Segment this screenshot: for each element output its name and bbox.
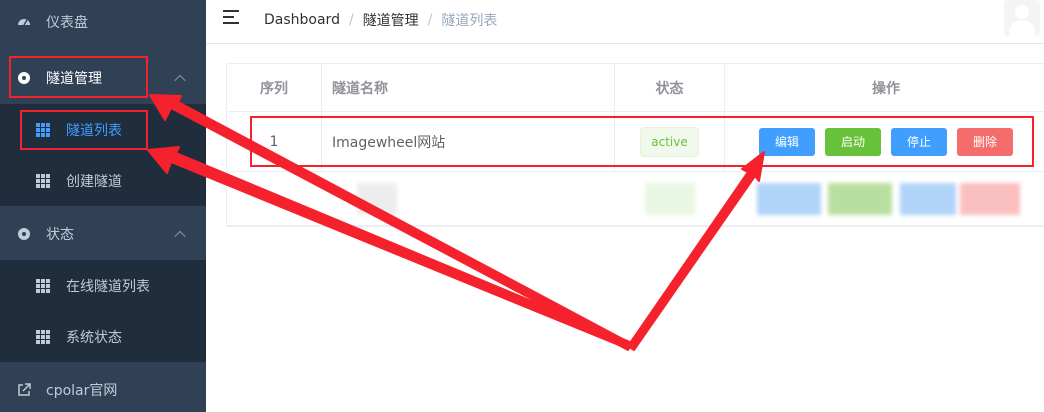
chevron-up-icon: [174, 230, 186, 243]
main-content: 序列 隧道名称 状态 操作 1 Imagewheel网站 active 编辑 启…: [206, 44, 1044, 412]
sidebar-item-dashboard[interactable]: 仪表盘: [0, 0, 206, 48]
row-tunnel-name: Imagewheel网站: [322, 112, 615, 171]
blurred-cell: [960, 183, 1020, 215]
column-header-actions: 操作: [872, 80, 900, 97]
table-row: 1 Imagewheel网站 active 编辑 启动 停止 删除: [227, 112, 1044, 172]
tunnel-table: 序列 隧道名称 状态 操作 1 Imagewheel网站 active 编辑 启…: [226, 63, 1044, 227]
column-header-name: 隧道名称: [322, 64, 615, 111]
sidebar-item-online-tunnels[interactable]: 在线隧道列表: [0, 260, 206, 311]
sidebar-item-label: 系统状态: [66, 329, 122, 346]
sidebar-item-label: 创建隧道: [66, 173, 122, 190]
breadcrumb-dashboard[interactable]: Dashboard: [264, 12, 340, 28]
hamburger-icon[interactable]: [223, 10, 239, 24]
breadcrumb-tunnel-management[interactable]: 隧道管理: [363, 10, 419, 30]
grid-icon: [36, 173, 50, 188]
column-header-status: 状态: [615, 64, 725, 111]
grid-icon: [36, 122, 50, 137]
sidebar-item-label: 在线隧道列表: [66, 278, 150, 295]
row-status-cell: active: [615, 112, 725, 171]
row-index: 1: [227, 112, 322, 171]
row-actions: 编辑 启动 停止 删除: [725, 112, 1044, 171]
sidebar-item-create-tunnel[interactable]: 创建隧道: [0, 155, 206, 206]
grid-icon: [36, 329, 50, 344]
blurred-cell: [900, 183, 956, 215]
sidebar-item-tunnel-management[interactable]: 隧道管理: [0, 52, 206, 104]
stop-button[interactable]: 停止: [891, 127, 947, 156]
edit-button[interactable]: 编辑: [759, 127, 815, 156]
external-link-icon: [17, 383, 31, 397]
sidebar-item-label: 隧道列表: [66, 122, 122, 139]
dashboard-icon: [17, 15, 31, 29]
avatar[interactable]: [1004, 0, 1040, 36]
sidebar-item-status[interactable]: 状态: [0, 208, 206, 260]
delete-button[interactable]: 删除: [957, 127, 1013, 156]
sidebar-item-cpolar-site[interactable]: cpolar官网: [0, 364, 206, 412]
sidebar-item-label: 状态: [46, 227, 74, 243]
status-icon: [17, 227, 31, 241]
sidebar-item-label: cpolar官网: [46, 383, 118, 399]
table-header-row: 序列 隧道名称 状态 操作: [227, 64, 1044, 112]
breadcrumb-tunnel-list: 隧道列表: [441, 13, 498, 29]
table-row-blurred: [227, 172, 1044, 226]
chevron-up-icon: [174, 74, 186, 87]
breadcrumb-separator: /: [427, 12, 433, 28]
blurred-cell: [357, 183, 397, 215]
tunnel-icon: [17, 71, 31, 85]
breadcrumb: Dashboard / 隧道管理 / 隧道列表: [264, 10, 497, 30]
blurred-cell: [645, 183, 695, 215]
grid-icon: [36, 278, 50, 293]
blurred-cell: [828, 183, 892, 215]
sidebar-item-tunnel-list[interactable]: 隧道列表: [0, 104, 206, 155]
sidebar-item-label: 隧道管理: [46, 71, 102, 87]
breadcrumb-separator: /: [348, 12, 354, 28]
start-button[interactable]: 启动: [825, 127, 881, 156]
sidebar-item-label: 仪表盘: [46, 15, 88, 31]
sidebar: 仪表盘 隧道管理 隧道列表 创建隧道 状态 在线隧道列表 系统状态 cpolar…: [0, 0, 206, 412]
top-navbar: Dashboard / 隧道管理 / 隧道列表: [206, 0, 1044, 44]
sidebar-item-system-status[interactable]: 系统状态: [0, 311, 206, 362]
blurred-cell: [757, 183, 821, 215]
column-header-index: 序列: [227, 64, 322, 111]
status-badge: active: [640, 126, 699, 157]
